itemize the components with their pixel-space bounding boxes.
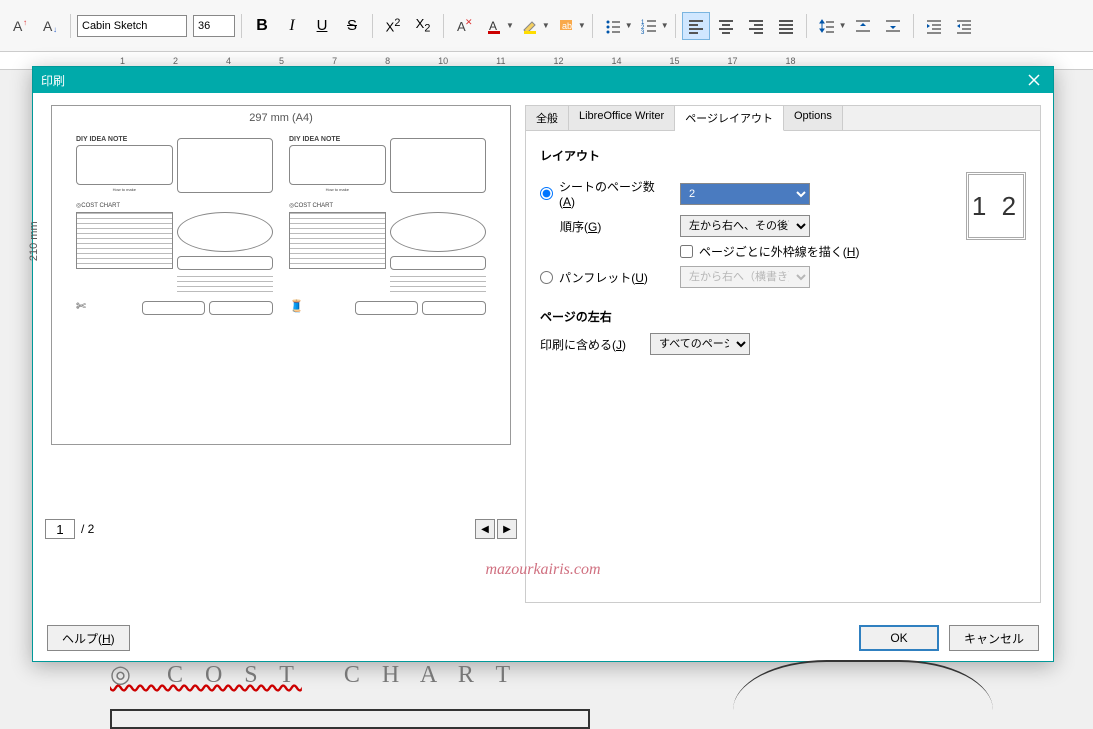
ok-button[interactable]: OK (859, 625, 939, 651)
page-total-label: / 2 (81, 522, 94, 536)
dialog-title: 印刷 (41, 72, 65, 89)
decrease-para-spacing-button[interactable] (879, 12, 907, 40)
page-sides-section-title: ページの左右 (540, 308, 1026, 325)
watermark-text: mazourkairis.com (485, 561, 600, 579)
separator (70, 14, 71, 38)
font-color-button[interactable]: A (480, 12, 508, 40)
mini-page-2: DIY IDEA NOTEHow to make ◎COST CHART 🧵 (289, 136, 486, 424)
separator (443, 14, 444, 38)
help-button[interactable]: ヘルプ(H) (47, 625, 130, 651)
decrease-indent-button[interactable] (950, 12, 978, 40)
include-label: 印刷に含める(J) (540, 336, 626, 353)
underline-button[interactable]: U (308, 12, 336, 40)
tab-writer[interactable]: LibreOffice Writer (569, 106, 675, 130)
dropdown-arrow-icon[interactable]: ▼ (839, 21, 847, 30)
subscript-button[interactable]: X2 (409, 12, 437, 40)
page-navigation: / 2 ◀ ▶ (45, 519, 517, 539)
paper-width-label: 297 mm (A4) (52, 112, 510, 124)
preview-sheet: 297 mm (A4) 210 mm DIY IDEA NOTEHow to m… (51, 105, 511, 445)
draw-border-label: ページごとに外枠線を描く(H) (699, 243, 859, 260)
mini-page-1: DIY IDEA NOTEHow to make ◎COST CHART ✄ (76, 136, 273, 424)
dropdown-arrow-icon[interactable]: ▼ (625, 21, 633, 30)
dropdown-arrow-icon[interactable]: ▼ (661, 21, 669, 30)
close-icon[interactable] (1023, 69, 1045, 91)
align-left-button[interactable] (682, 12, 710, 40)
superscript-button[interactable]: X2 (379, 12, 407, 40)
highlight-color-button[interactable] (516, 12, 544, 40)
next-page-button[interactable]: ▶ (497, 519, 517, 539)
dropdown-arrow-icon[interactable]: ▼ (542, 21, 550, 30)
bullet-list-button[interactable] (599, 12, 627, 40)
align-center-button[interactable] (712, 12, 740, 40)
nup-preview: 1 2 (966, 172, 1026, 240)
cancel-button[interactable]: キャンセル (949, 625, 1039, 651)
font-size-select[interactable] (193, 15, 235, 37)
separator (913, 14, 914, 38)
svg-text:A: A (489, 19, 497, 33)
separator (241, 14, 242, 38)
svg-text:A: A (43, 18, 53, 34)
brochure-label: パンフレット(U) (559, 269, 648, 286)
pages-per-sheet-label: シートのページ数(A) (559, 178, 670, 209)
align-justify-button[interactable] (772, 12, 800, 40)
svg-text:A: A (13, 18, 23, 34)
separator (372, 14, 373, 38)
dropdown-arrow-icon[interactable]: ▼ (578, 21, 586, 30)
dropdown-arrow-icon[interactable]: ▼ (506, 21, 514, 30)
include-select[interactable]: すべてのページ (650, 333, 750, 355)
brochure-radio[interactable] (540, 271, 553, 284)
pages-per-sheet-select[interactable]: 2 (680, 183, 810, 205)
increase-para-spacing-button[interactable] (849, 12, 877, 40)
dialog-footer: ヘルプ(H) OK キャンセル (33, 615, 1053, 661)
settings-tabs: 全般 LibreOffice Writer ページレイアウト Options (526, 106, 1040, 131)
align-right-button[interactable] (742, 12, 770, 40)
char-highlight-button[interactable]: ab (552, 12, 580, 40)
italic-button[interactable]: I (278, 12, 306, 40)
draw-border-checkbox[interactable] (680, 245, 693, 258)
bold-button[interactable]: B (248, 12, 276, 40)
number-list-button[interactable]: 123 (635, 12, 663, 40)
svg-text:✕: ✕ (465, 18, 472, 27)
print-dialog: 印刷 297 mm (A4) 210 mm DIY IDEA NOTEHow t… (32, 66, 1054, 662)
tab-general[interactable]: 全般 (526, 106, 569, 130)
separator (675, 14, 676, 38)
print-preview-pane: 297 mm (A4) 210 mm DIY IDEA NOTEHow to m… (45, 105, 517, 603)
order-label: 順序(G) (560, 218, 601, 235)
separator (592, 14, 593, 38)
order-select[interactable]: 左から右へ、その後下へ (680, 215, 810, 237)
separator (806, 14, 807, 38)
font-increase-icon[interactable]: A↑ (6, 12, 34, 40)
increase-indent-button[interactable] (920, 12, 948, 40)
svg-text:3: 3 (641, 30, 645, 34)
print-settings-pane: 全般 LibreOffice Writer ページレイアウト Options レ… (525, 105, 1041, 603)
prev-page-button[interactable]: ◀ (475, 519, 495, 539)
clear-formatting-button[interactable]: A✕ (450, 12, 478, 40)
dialog-titlebar: 印刷 (33, 67, 1053, 93)
tab-options[interactable]: Options (784, 106, 843, 130)
line-spacing-button[interactable] (813, 12, 841, 40)
svg-text:ab: ab (562, 21, 572, 31)
svg-text:↑: ↑ (23, 18, 27, 27)
pages-per-sheet-radio[interactable] (540, 187, 553, 200)
formatting-toolbar: A↑ A↓ B I U S X2 X2 A✕ A▼ ▼ ab▼ ▼ 123▼ ▼ (0, 0, 1093, 52)
paper-height-label: 210 mm (28, 221, 40, 261)
page-number-input[interactable] (45, 519, 75, 539)
layout-section-title: レイアウト (540, 147, 1026, 164)
font-name-select[interactable] (77, 15, 187, 37)
font-decrease-icon[interactable]: A↓ (36, 12, 64, 40)
tab-page-layout[interactable]: ページレイアウト (675, 106, 784, 131)
svg-text:↓: ↓ (53, 25, 57, 34)
brochure-select: 左から右へ（横書き） (680, 266, 810, 288)
strikethrough-button[interactable]: S (338, 12, 366, 40)
